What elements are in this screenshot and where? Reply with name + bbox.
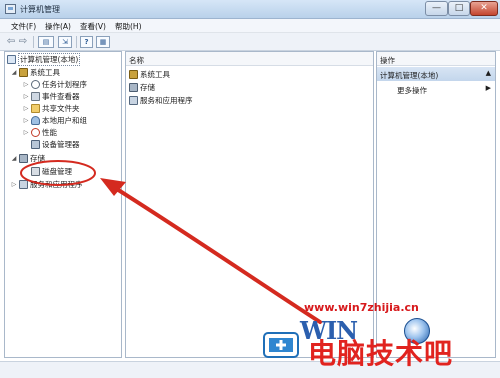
- properties-icon[interactable]: ▦: [96, 36, 110, 48]
- column-header-name[interactable]: 名称: [126, 52, 373, 66]
- tree-label: 事件查看器: [42, 92, 80, 101]
- computer-management-icon: [5, 4, 16, 14]
- collapse-up-icon[interactable]: ▲: [486, 69, 491, 77]
- toolbar: ⇦ ⇨ ▤ ⇲ ? ▦: [0, 33, 500, 51]
- tree-item-disk-management[interactable]: 磁盘管理: [31, 166, 72, 177]
- actions-header: 操作: [377, 52, 495, 66]
- actions-section-label: 计算机管理(本地): [380, 71, 439, 80]
- tree-label: 共享文件夹: [42, 104, 80, 113]
- list-item-label: 系统工具: [140, 70, 170, 79]
- tree-item-shared-folders[interactable]: ▷ 共享文件夹: [23, 103, 80, 114]
- tree-item-device-manager[interactable]: 设备管理器: [31, 139, 80, 150]
- toolbar-separator: [33, 36, 34, 48]
- disk-icon: [31, 167, 40, 176]
- expand-arrow-icon[interactable]: ▷: [23, 129, 29, 136]
- tree-label: 存储: [30, 154, 45, 163]
- menu-file[interactable]: 文件(F): [11, 21, 36, 32]
- tree-label: 计算机管理(本地): [18, 53, 81, 66]
- tree-item-root[interactable]: 计算机管理(本地): [7, 53, 81, 66]
- expand-arrow-icon[interactable]: ▷: [23, 105, 29, 112]
- clock-icon: [31, 80, 40, 89]
- menu-help[interactable]: 帮助(H): [115, 21, 142, 32]
- tree-label: 性能: [42, 128, 57, 137]
- show-console-tree-icon[interactable]: ▤: [38, 36, 54, 48]
- tree-item-services-apps[interactable]: ▷ 服务和应用程序: [11, 179, 83, 190]
- tree-label: 本地用户和组: [42, 116, 87, 125]
- close-button[interactable]: ✕: [470, 1, 498, 16]
- tree-item-task-scheduler[interactable]: ▷ 任务计划程序: [23, 79, 87, 90]
- list-item-label: 服务和应用程序: [140, 96, 193, 105]
- tools-icon: [19, 68, 28, 77]
- list-item[interactable]: 存储: [129, 82, 155, 93]
- expand-arrow-icon[interactable]: ▷: [23, 117, 29, 124]
- toolbar-separator: [76, 36, 77, 48]
- services-icon: [129, 96, 138, 105]
- menu-view[interactable]: 查看(V): [80, 21, 106, 32]
- tree-item-system-tools[interactable]: ◢ 系统工具: [11, 67, 60, 78]
- tree-label: 服务和应用程序: [30, 180, 83, 189]
- menu-action[interactable]: 操作(A): [45, 21, 71, 32]
- window-title: 计算机管理: [20, 5, 60, 14]
- tools-icon: [129, 70, 138, 79]
- computer-badge-icon: [263, 332, 299, 358]
- list-item[interactable]: 服务和应用程序: [129, 95, 193, 106]
- storage-icon: [129, 83, 138, 92]
- device-manager-icon: [31, 140, 40, 149]
- menu-bar: 文件(F) 操作(A) 查看(V) 帮助(H): [0, 19, 500, 33]
- back-arrow-icon[interactable]: ⇦: [6, 36, 16, 48]
- collapse-arrow-icon[interactable]: ◢: [11, 69, 17, 76]
- watermark-chinese: 电脑技术吧: [308, 337, 454, 370]
- title-bar: 计算机管理 — □ ✕: [0, 0, 500, 19]
- storage-icon: [19, 154, 28, 163]
- tree-item-event-viewer[interactable]: ▷ 事件查看器: [23, 91, 80, 102]
- watermark-logo: WIN 电脑技术吧: [300, 314, 500, 370]
- more-actions-link[interactable]: 更多操作: [397, 85, 427, 96]
- expand-arrow-icon[interactable]: ▷: [11, 181, 17, 188]
- chevron-right-icon[interactable]: ▶: [486, 84, 491, 92]
- forward-arrow-icon[interactable]: ⇨: [18, 36, 28, 48]
- tree-label: 任务计划程序: [42, 80, 87, 89]
- list-item-label: 存储: [140, 83, 155, 92]
- maximize-button[interactable]: □: [448, 1, 470, 16]
- tree-item-storage[interactable]: ◢ 存储: [11, 153, 45, 164]
- actions-section[interactable]: 计算机管理(本地) ▲: [377, 67, 495, 81]
- computer-icon: [7, 55, 16, 64]
- tree-label: 磁盘管理: [42, 167, 72, 176]
- users-icon: [31, 116, 40, 125]
- help-icon[interactable]: ?: [80, 36, 93, 48]
- tree-item-local-users[interactable]: ▷ 本地用户和组: [23, 115, 87, 126]
- console-tree: 计算机管理(本地) ◢ 系统工具 ▷ 任务计划程序 ▷ 事件查看器 ▷ 共享文件…: [4, 51, 122, 358]
- services-icon: [19, 180, 28, 189]
- list-item[interactable]: 系统工具: [129, 69, 170, 80]
- event-viewer-icon: [31, 92, 40, 101]
- folder-icon: [31, 104, 40, 113]
- column-name-label: 名称: [129, 56, 144, 65]
- tree-label: 设备管理器: [42, 140, 80, 149]
- watermark-url: www.win7zhijia.cn: [304, 301, 419, 314]
- expand-arrow-icon[interactable]: ▷: [23, 81, 29, 88]
- expand-arrow-icon[interactable]: ▷: [23, 93, 29, 100]
- export-list-icon[interactable]: ⇲: [58, 36, 72, 48]
- tree-label: 系统工具: [30, 68, 60, 77]
- tree-item-performance[interactable]: ▷ 性能: [23, 127, 57, 138]
- actions-title: 操作: [380, 56, 395, 65]
- performance-icon: [31, 128, 40, 137]
- minimize-button[interactable]: —: [425, 1, 448, 16]
- collapse-arrow-icon[interactable]: ◢: [11, 155, 17, 162]
